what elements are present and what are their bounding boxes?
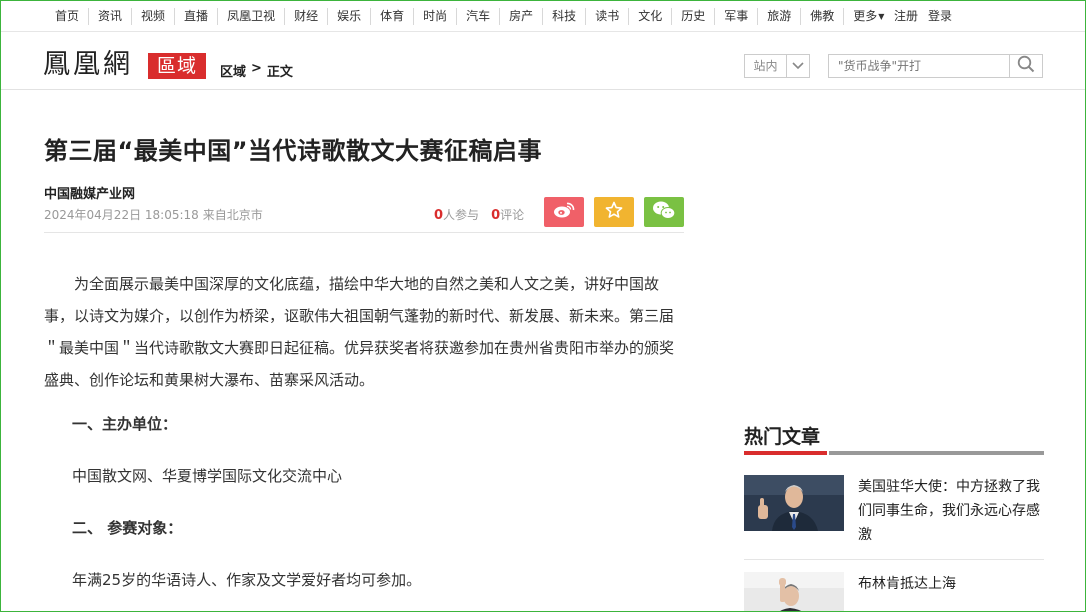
- participants-count: 0: [434, 208, 444, 223]
- hot-heading-underline: [744, 451, 827, 455]
- top-nav-bar: 首页 资讯 视频 直播 凤凰卫视 财经 娱乐 体育 时尚 汽车 房产 科技 读书…: [0, 0, 1086, 32]
- search-box: [828, 54, 1043, 78]
- article-meta: 2024年04月22日 18:05:18 来自北京市: [44, 206, 263, 223]
- comments-label: 评论: [500, 208, 525, 222]
- section-text: 中国散文网、华夏博学国际文化交流中心: [72, 467, 343, 485]
- participants-stat[interactable]: 0人参与: [434, 206, 479, 223]
- breadcrumb-current: 正文: [266, 65, 293, 80]
- nav-item-buddhism[interactable]: 佛教: [800, 8, 843, 25]
- login-link[interactable]: 登录: [928, 8, 952, 24]
- region-badge[interactable]: 區域: [148, 53, 206, 79]
- nav-item-finance[interactable]: 财经: [284, 8, 327, 25]
- nav-item-military[interactable]: 军事: [714, 8, 757, 25]
- account-links: 注册 登录: [894, 8, 952, 24]
- nav-item-books[interactable]: 读书: [585, 8, 628, 25]
- meta-divider: [44, 232, 684, 233]
- participants-label: 人参与: [443, 208, 480, 222]
- channel-nav: 首页 资讯 视频 直播 凤凰卫视 财经 娱乐 体育 时尚 汽车 房产 科技 读书…: [46, 8, 893, 25]
- section-text: 年满25岁的华语诗人、作家及文学爱好者均可参加。: [72, 571, 422, 589]
- caret-down-icon: ▼: [878, 11, 885, 21]
- breadcrumb: 区域 > 正文: [220, 61, 293, 80]
- article-date: 2024年04月22日 18:05:18: [44, 208, 199, 222]
- site-logo[interactable]: 鳳凰網: [43, 49, 133, 81]
- comments-stat[interactable]: 0评论: [491, 206, 524, 223]
- favorite-button[interactable]: [594, 197, 634, 227]
- nav-item-video[interactable]: 视频: [131, 8, 174, 25]
- hot-item-divider: [744, 559, 1044, 560]
- article-origin: 来自北京市: [202, 208, 263, 222]
- search-button[interactable]: [1009, 55, 1042, 77]
- article-title: 第三届“最美中国”当代诗歌散文大赛征稿启事: [44, 137, 543, 165]
- nav-item-tech[interactable]: 科技: [542, 8, 585, 25]
- nav-item-history[interactable]: 历史: [671, 8, 714, 25]
- hot-article-thumbnail[interactable]: [744, 572, 844, 612]
- nav-item-entertainment[interactable]: 娱乐: [327, 8, 370, 25]
- hot-article-title[interactable]: 美国驻华大使：中方拯救了我们同事生命，我们永远心存感激: [858, 475, 1044, 547]
- nav-item-auto[interactable]: 汽车: [456, 8, 499, 25]
- hot-article-thumbnail[interactable]: [744, 475, 844, 531]
- nav-item-live[interactable]: 直播: [174, 8, 217, 25]
- breadcrumb-section[interactable]: 区域: [220, 61, 246, 80]
- weibo-icon: [553, 201, 575, 223]
- site-header: 鳳凰網 區域 区域 > 正文 站内: [0, 33, 1086, 90]
- nav-item-travel[interactable]: 旅游: [757, 8, 800, 25]
- nav-more-label: 更多: [853, 9, 878, 23]
- hot-article-item[interactable]: 布林肯抵达上海: [744, 572, 1044, 612]
- register-link[interactable]: 注册: [894, 8, 918, 24]
- hot-heading-rule: [829, 451, 1044, 455]
- comments-count: 0: [491, 208, 501, 223]
- search-scope-select[interactable]: 站内: [744, 54, 810, 78]
- section-heading: 一、主办单位：: [72, 415, 178, 433]
- article-body: 为全面展示最美中国深厚的文化底蕴，描绘中华大地的自然之美和人文之美，讲好中国故事…: [44, 268, 688, 612]
- share-wechat-button[interactable]: [644, 197, 684, 227]
- article-source[interactable]: 中国融媒产业网: [44, 183, 135, 202]
- section-heading: 二、 参赛对象：: [72, 519, 183, 537]
- hot-article-title[interactable]: 布林肯抵达上海: [858, 572, 1044, 612]
- nav-item-news[interactable]: 资讯: [88, 8, 131, 25]
- search-icon: [1017, 55, 1035, 77]
- nav-item-sports[interactable]: 体育: [370, 8, 413, 25]
- star-icon: [605, 201, 623, 223]
- search-scope-label: 站内: [745, 55, 787, 77]
- article-paragraph: 为全面展示最美中国深厚的文化底蕴，描绘中华大地的自然之美和人文之美，讲好中国故事…: [44, 275, 675, 389]
- nav-more-menu[interactable]: 更多▼: [843, 8, 893, 25]
- breadcrumb-separator: >: [251, 61, 262, 76]
- search-input[interactable]: [829, 55, 1009, 77]
- nav-item-culture[interactable]: 文化: [628, 8, 671, 25]
- article-stats: 0人参与 0评论: [434, 206, 524, 223]
- hot-article-item[interactable]: 美国驻华大使：中方拯救了我们同事生命，我们永远心存感激: [744, 475, 1044, 547]
- chevron-down-icon: [787, 62, 809, 70]
- nav-item-phoenix-tv[interactable]: 凤凰卫视: [217, 8, 284, 25]
- nav-item-home[interactable]: 首页: [46, 8, 88, 25]
- nav-item-fashion[interactable]: 时尚: [413, 8, 456, 25]
- nav-item-house[interactable]: 房产: [499, 8, 542, 25]
- hot-articles-heading: 热门文章: [744, 426, 821, 448]
- share-weibo-button[interactable]: [544, 197, 584, 227]
- wechat-icon: [652, 200, 676, 224]
